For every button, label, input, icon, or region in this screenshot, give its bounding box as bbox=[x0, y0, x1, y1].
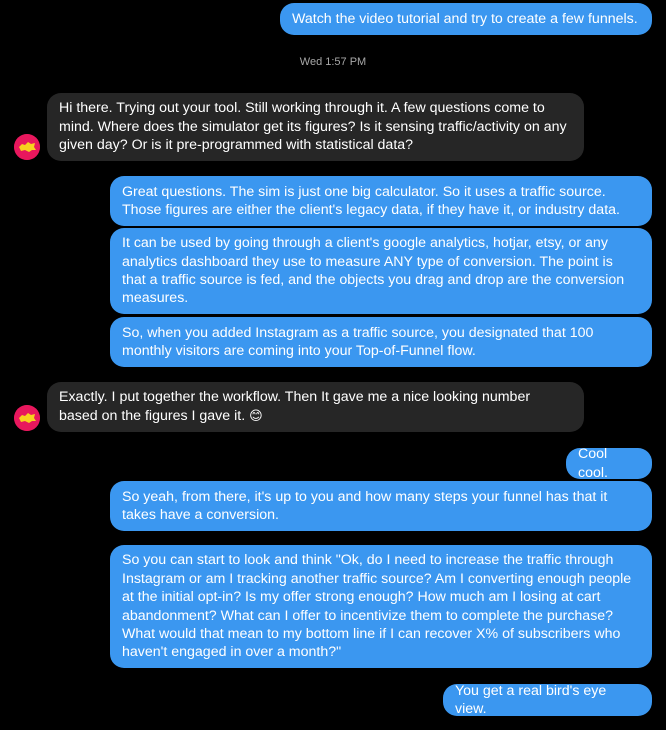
message-text: Cool cool. bbox=[578, 446, 608, 481]
message-text: Great questions. The sim is just one big… bbox=[122, 183, 620, 218]
message-bubble-outgoing[interactable]: Cool cool. bbox=[566, 446, 652, 481]
message-text-body: Exactly. I put together the workflow. Th… bbox=[59, 389, 531, 424]
message-text: So you can start to look and think "Ok, … bbox=[122, 552, 632, 661]
message-bubble-outgoing[interactable]: So yeah, from there, it's up to you and … bbox=[110, 481, 652, 531]
timestamp: Wed 1:57 PM bbox=[299, 56, 367, 68]
message-bubble-outgoing[interactable]: You get a real bird's eye view. bbox=[443, 682, 652, 717]
message-text: Watch the video tutorial and try to crea… bbox=[292, 10, 638, 27]
smiling-face-emoji: 😊 bbox=[249, 408, 263, 424]
message-bubble-incoming[interactable]: Hi there. Trying out your tool. Still wo… bbox=[47, 93, 584, 161]
contact-avatar-icon bbox=[14, 134, 40, 160]
contact-avatar-icon bbox=[14, 405, 40, 431]
message-bubble-outgoing[interactable]: So, when you added Instagram as a traffi… bbox=[110, 317, 652, 367]
message-text: Hi there. Trying out your tool. Still wo… bbox=[59, 100, 567, 154]
message-bubble-outgoing[interactable]: So you can start to look and think "Ok, … bbox=[110, 545, 652, 668]
avatar[interactable] bbox=[14, 134, 40, 160]
message-bubble-outgoing[interactable]: It can be used by going through a client… bbox=[110, 228, 652, 314]
message-thread: Watch the video tutorial and try to crea… bbox=[0, 0, 666, 730]
message-text: So, when you added Instagram as a traffi… bbox=[122, 324, 594, 359]
message-bubble-outgoing[interactable]: Watch the video tutorial and try to crea… bbox=[280, 3, 652, 35]
message-bubble-incoming[interactable]: Exactly. I put together the workflow. Th… bbox=[47, 382, 584, 432]
message-text: You get a real bird's eye view. bbox=[455, 682, 607, 717]
avatar[interactable] bbox=[14, 405, 40, 431]
message-text: So yeah, from there, it's up to you and … bbox=[122, 488, 608, 523]
message-text: It can be used by going through a client… bbox=[122, 235, 625, 307]
message-bubble-outgoing[interactable]: Great questions. The sim is just one big… bbox=[110, 176, 652, 226]
message-text: Exactly. I put together the workflow. Th… bbox=[59, 388, 572, 426]
